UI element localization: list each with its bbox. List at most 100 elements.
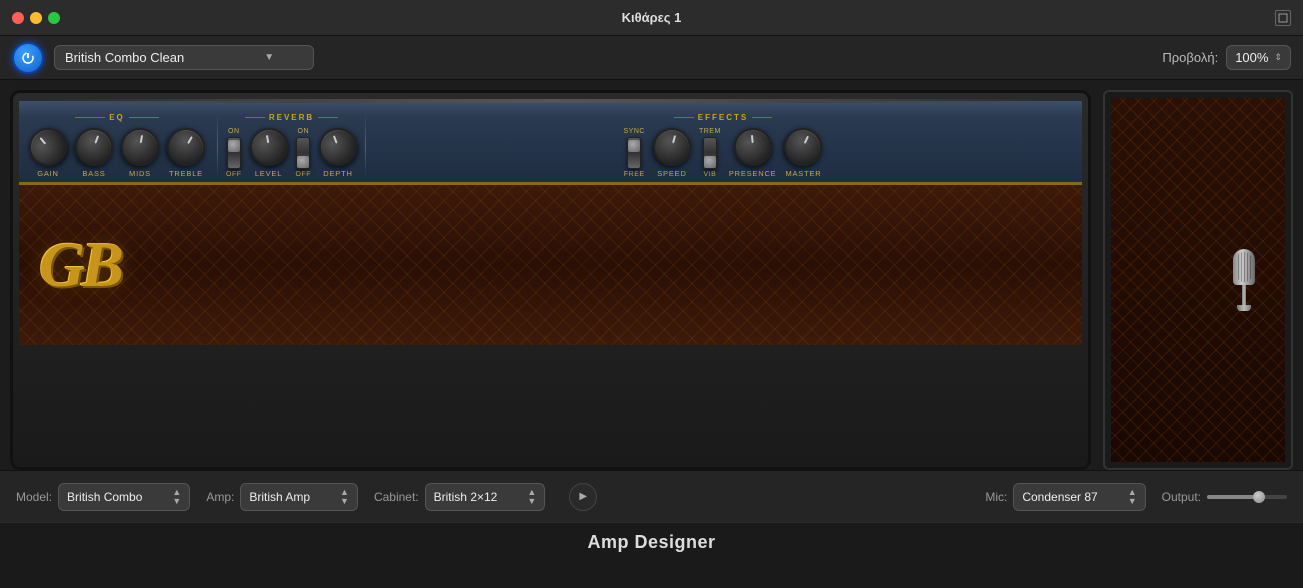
amp-grille: GB [19,185,1082,345]
cabinet-panel [1103,90,1293,470]
mic-head [1233,249,1255,285]
effects-toggle[interactable] [296,137,310,169]
reverb-on-label: ON [228,128,240,135]
output-field: Output: [1162,490,1287,504]
sync-toggle-group: SYNC FREE [624,128,645,178]
footer: Amp Designer [0,522,1303,562]
depth-knob[interactable] [314,123,363,172]
mids-label: MIDS [129,169,151,178]
presence-label: PRESENCE [729,169,777,178]
cabinet-field: Cabinet: British 2×12 ▲▼ [374,483,545,511]
treble-knob-group: TREBLE [167,128,205,178]
sync-label: SYNC [624,128,645,135]
mic-neck [1242,285,1246,305]
bass-knob[interactable] [70,123,119,172]
model-dropdown[interactable]: British Combo ▲▼ [58,483,190,511]
minimize-button[interactable] [30,12,42,24]
amp-label: Amp: [206,490,234,504]
presence-knob-group: PRESENCE [729,128,777,178]
window-title: Κιθάρες 1 [622,10,682,25]
footer-title: Amp Designer [587,532,715,553]
zoom-dropdown[interactable]: 100% ⇕ [1226,45,1291,70]
presence-knob[interactable] [732,126,773,167]
zoom-arrows-icon: ⇕ [1274,52,1282,63]
free-label: FREE [624,171,645,178]
sync-toggle[interactable] [627,137,641,169]
cabinet-grille [1105,92,1291,468]
amp-controls: EQ GAIN BASS [19,101,1082,185]
mic-dropdown-arrows-icon: ▲▼ [1128,488,1137,506]
bass-knob-group: BASS [75,128,113,178]
level-label: LEVEL [255,169,282,178]
model-field: Model: British Combo ▲▼ [16,483,190,511]
mids-knob[interactable] [118,125,162,169]
reverb-toggle-group: ON OFF [226,128,242,178]
expand-icon[interactable] [1275,10,1291,26]
speed-label: SPEED [657,169,686,178]
cabinet-dropdown[interactable]: British 2×12 ▲▼ [425,483,546,511]
gain-knob-group: GAIN [29,128,67,178]
title-bar: Κιθάρες 1 [0,0,1303,36]
level-knob[interactable] [246,125,290,169]
mic-dropdown[interactable]: Condenser 87 ▲▼ [1013,483,1145,511]
mic-label: Mic: [985,490,1007,504]
speed-knob[interactable] [649,124,696,171]
amp-dropdown[interactable]: British Amp ▲▼ [240,483,358,511]
main-content: EQ GAIN BASS [0,80,1303,470]
bottom-bar: Model: British Combo ▲▼ Amp: British Amp… [0,470,1303,522]
mic-value: Condenser 87 [1022,490,1097,504]
dropdown-arrow-icon: ▼ [264,52,274,63]
zoom-label: Προβολή: [1162,50,1218,65]
power-button[interactable] [12,42,44,74]
mic-base [1237,305,1251,311]
reverb-toggle[interactable] [227,137,241,169]
trem-toggle[interactable] [703,137,717,169]
effects-toggle-group: ON OFF [296,128,312,178]
master-label: MASTER [785,169,821,178]
speed-knob-group: SPEED [653,128,691,178]
preset-dropdown[interactable]: British Combo Clean ▼ [54,45,314,70]
output-slider-track[interactable] [1207,495,1287,499]
master-knob-group: MASTER [784,128,822,178]
cabinet-label: Cabinet: [374,490,419,504]
amp-value: British Amp [249,490,310,504]
amp-field: Amp: British Amp ▲▼ [206,483,358,511]
microphone [1233,249,1255,311]
output-slider-thumb[interactable] [1253,491,1265,503]
gain-knob[interactable] [21,120,75,174]
maximize-button[interactable] [48,12,60,24]
effects-off-label: OFF [296,171,312,178]
output-slider [1207,495,1287,499]
amp-dropdown-arrows-icon: ▲▼ [340,488,349,506]
close-button[interactable] [12,12,24,24]
play-button[interactable]: ▶ [569,483,597,511]
depth-knob-group: DEPTH [319,128,357,178]
bass-label: BASS [82,169,105,178]
amp-body: EQ GAIN BASS [10,90,1091,470]
traffic-lights [12,12,60,24]
master-knob[interactable] [778,122,828,172]
output-label: Output: [1162,490,1201,504]
treble-label: TREBLE [169,169,203,178]
toolbar-right: Προβολή: 100% ⇕ [1162,45,1291,70]
level-knob-group: LEVEL [250,128,288,178]
reverb-section-label: REVERB [269,113,314,122]
mic-field: Mic: Condenser 87 ▲▼ [985,483,1145,511]
amp-logo: GB [39,228,120,302]
preset-name: British Combo Clean [65,50,184,65]
effects-on-label: ON [298,128,310,135]
eq-section-label: EQ [109,113,125,122]
treble-knob[interactable] [160,121,212,173]
effects-section-label: EFFECTS [698,113,748,122]
trem-toggle-group: TREM VIB [699,128,721,178]
reverb-off-label: OFF [226,171,242,178]
zoom-value: 100% [1235,50,1268,65]
output-slider-fill [1207,495,1255,499]
depth-label: DEPTH [323,169,352,178]
vib-label: VIB [703,171,716,178]
toolbar: British Combo Clean ▼ Προβολή: 100% ⇕ [0,36,1303,80]
mids-knob-group: MIDS [121,128,159,178]
model-value: British Combo [67,490,142,504]
cabinet-dropdown-arrows-icon: ▲▼ [527,488,536,506]
trem-label: TREM [699,128,721,135]
